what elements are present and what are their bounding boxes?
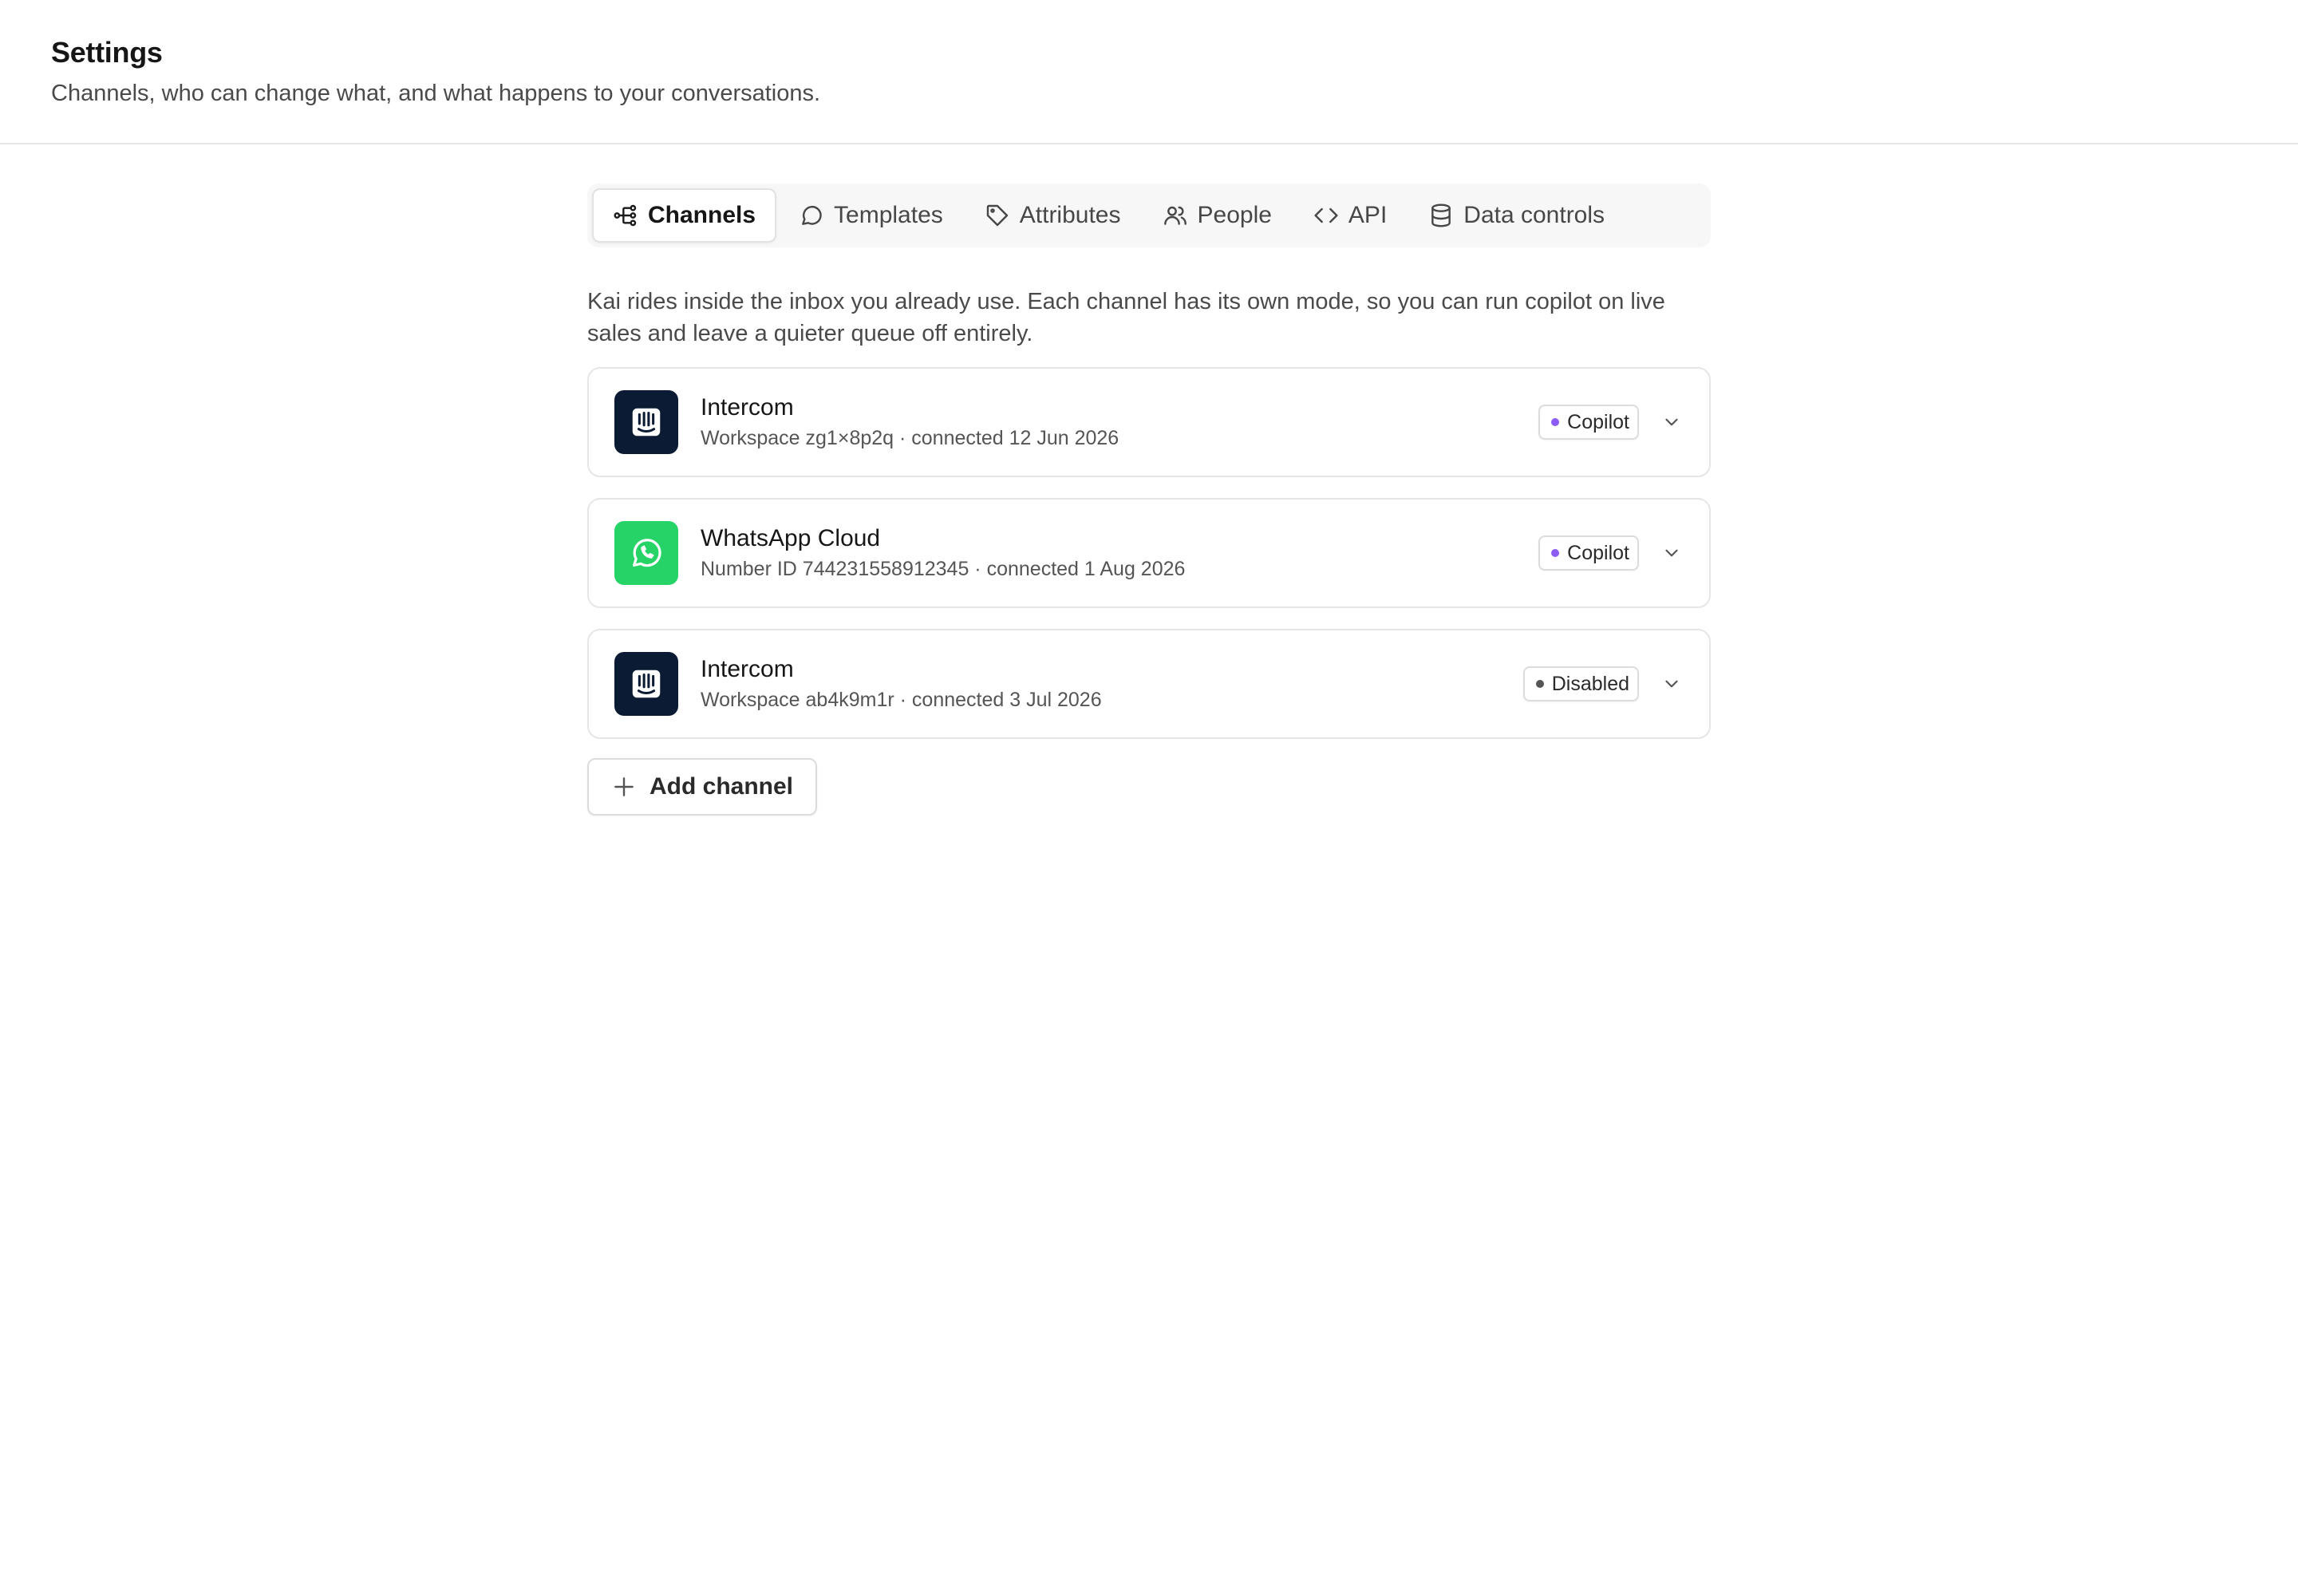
page-header: Settings Channels, who can change what, … [0,0,2298,144]
channel-name: Intercom [701,394,794,421]
status-dot [1551,549,1560,557]
channel-row[interactable]: Intercom Workspace ab4k9m1r · connected … [587,629,1711,739]
tab-label: People [1197,202,1272,228]
settings-tabs: Channels Templates Attributes People API [587,184,1711,247]
channel-detail: Workspace ab4k9m1r · connected 3 Jul 202… [701,689,1102,711]
channel-detail: Workspace zg1×8p2q · connected 12 Jun 20… [701,427,1119,449]
people-icon [1163,206,1187,225]
channels-intro: Kai rides inside the inbox you already u… [587,289,1665,346]
mode-label: Disabled [1551,672,1629,695]
channel-meta: WhatsApp Cloud Number ID 744231558912345… [701,523,1538,583]
chevron-down-icon[interactable] [1660,410,1684,434]
mode-label: Copilot [1567,541,1629,564]
mode-badge: Copilot [1538,405,1639,440]
tab-attributes[interactable]: Attributes [965,188,1140,243]
mode-badge: Copilot [1538,535,1639,571]
channel-detail: Number ID 744231558912345 · connected 1 … [701,558,1186,580]
tab-label: Data controls [1463,202,1605,228]
status-dot [1551,418,1560,426]
add-channel-label: Add channel [650,773,794,800]
tab-data-controls[interactable]: Data controls [1409,188,1624,243]
code-icon [1314,207,1338,223]
whatsapp-logo [614,521,678,585]
channel-name: Intercom [701,656,794,682]
mode-badge: Disabled [1522,666,1639,701]
tab-label: Channels [648,202,756,228]
mode-label: Copilot [1567,410,1629,433]
add-channel-button[interactable]: Add channel [587,758,818,816]
tab-label: Attributes [1019,202,1121,228]
intercom-logo [614,390,678,454]
channel-meta: Intercom Workspace zg1×8p2q · connected … [701,393,1538,452]
channel-row[interactable]: WhatsApp Cloud Number ID 744231558912345… [587,498,1711,608]
tab-templates[interactable]: Templates [780,188,962,243]
tab-api[interactable]: API [1294,188,1406,243]
chevron-down-icon[interactable] [1660,672,1684,696]
channel-name: WhatsApp Cloud [701,525,881,551]
tab-label: API [1348,202,1388,228]
channel-meta: Intercom Workspace ab4k9m1r · connected … [701,654,1523,713]
tag-icon [986,204,1008,227]
plus-icon [614,777,634,796]
tab-people[interactable]: People [1143,188,1291,243]
chat-bubble-icon [802,205,822,225]
channel-row[interactable]: Intercom Workspace zg1×8p2q · connected … [587,367,1711,477]
page-subtitle: Channels, who can change what, and what … [51,81,821,106]
channel-list: Intercom Workspace zg1×8p2q · connected … [587,367,1711,739]
status-dot [1535,680,1544,688]
tab-label: Templates [834,202,943,228]
intercom-logo [614,652,678,716]
tab-channels[interactable]: Channels [592,188,777,243]
database-icon [1431,203,1451,227]
settings-content: Channels Templates Attributes People API [587,184,1711,816]
chevron-down-icon[interactable] [1660,541,1684,565]
channels-icon [614,204,637,227]
page-title: Settings [51,36,163,69]
